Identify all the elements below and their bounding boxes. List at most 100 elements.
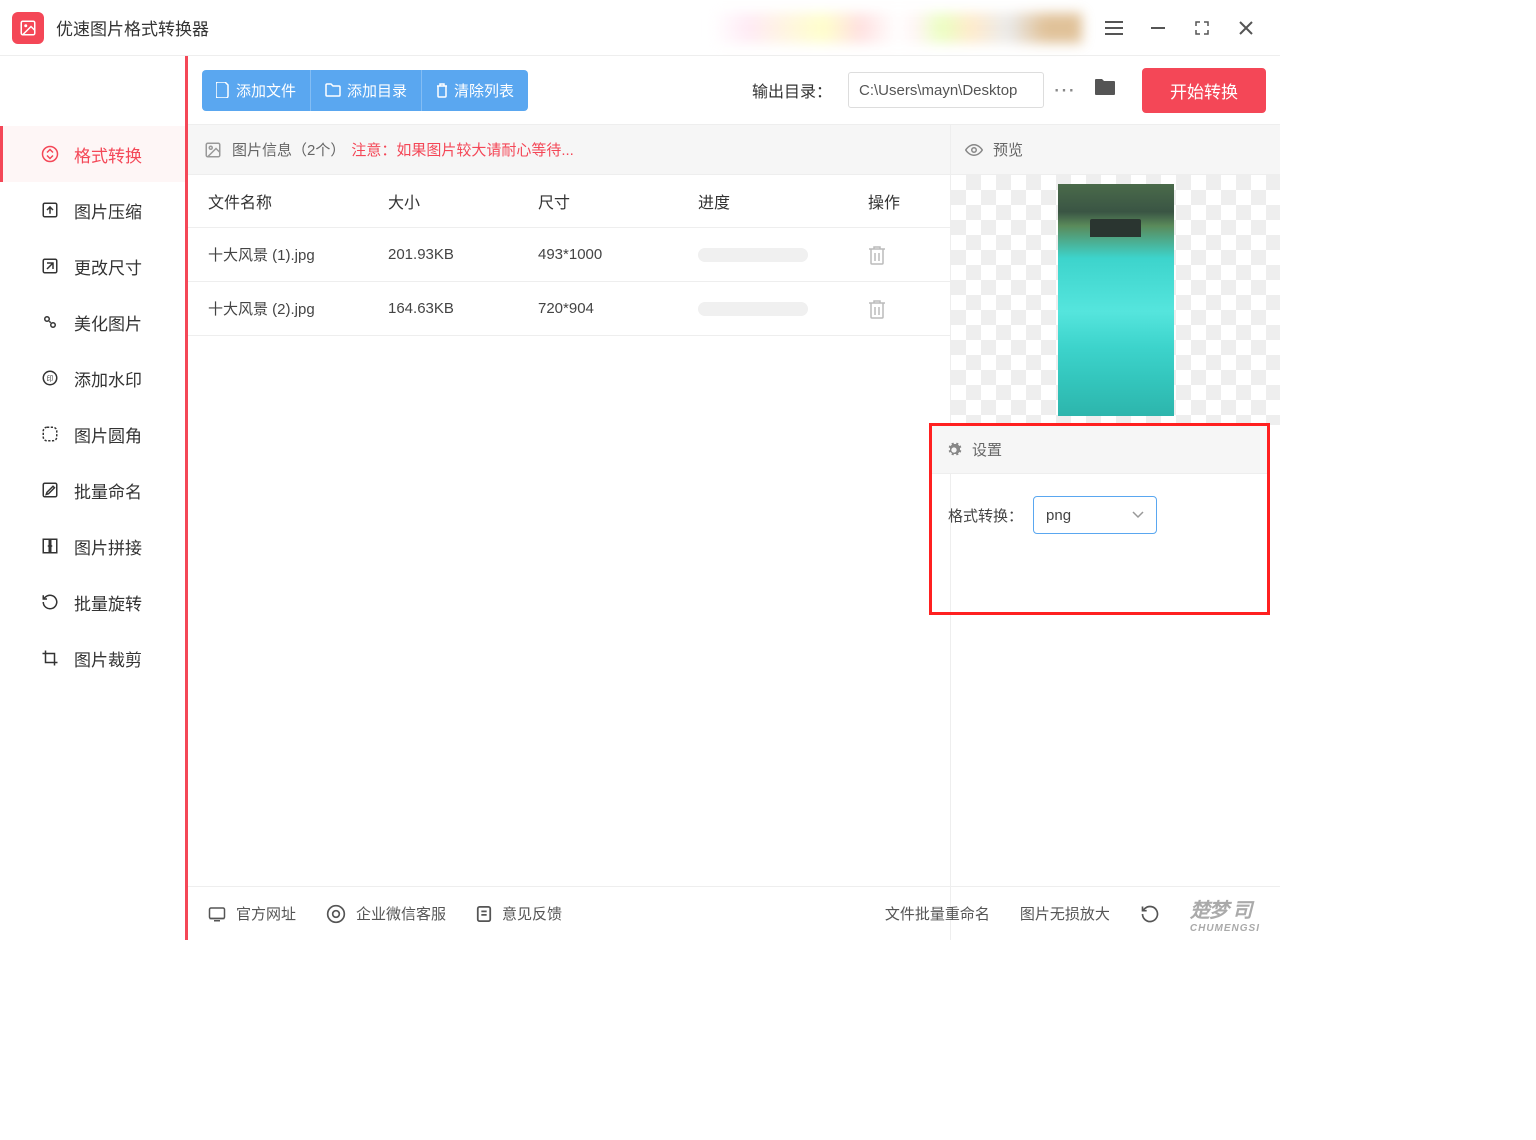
sidebar-item-resize[interactable]: 更改尺寸 [0,238,187,294]
start-convert-button[interactable]: 开始转换 [1142,68,1266,113]
main-panel: 添加文件 添加目录 清除列表 输出目录： ⋯ 开始转换 [185,56,1280,940]
sidebar-item-label: 批量旋转 [74,590,142,615]
cell-dimension: 493*1000 [538,246,698,263]
settings-highlight-box: 设置 格式转换： png [929,423,1270,615]
preview-image [1058,184,1174,416]
add-folder-button[interactable]: 添加目录 [311,70,422,111]
official-site-link[interactable]: 官方网址 [208,903,296,924]
sidebar-item-label: 批量命名 [74,478,142,503]
toolbar: 添加文件 添加目录 清除列表 输出目录： ⋯ 开始转换 [188,56,1280,124]
file-list-panel: 图片信息（2个） 注意：如果图片较大请耐心等待... 文件名称 大小 尺寸 进度… [188,124,950,940]
open-folder-icon[interactable] [1094,78,1118,102]
sidebar-item-compress[interactable]: 图片压缩 [0,182,187,238]
table-row: 十大风景 (2).jpg 164.63KB 720*904 [188,282,950,336]
sidebar-item-label: 图片圆角 [74,422,142,447]
sidebar: 格式转换 图片压缩 更改尺寸 美化图片 印 添加水印 图片圆角 [0,56,188,940]
col-header-operation: 操作 [868,189,930,213]
settings-label: 设置 [972,439,1002,460]
rename-icon [40,480,60,500]
stitch-icon [40,536,60,556]
corner-icon [40,424,60,444]
preview-canvas [951,175,1280,425]
output-dir-label: 输出目录： [752,78,832,102]
app-logo [12,12,44,44]
minimize-button[interactable] [1148,18,1168,38]
col-header-dimension: 尺寸 [538,189,698,213]
sidebar-item-format-convert[interactable]: 格式转换 [0,126,187,182]
menu-icon[interactable] [1104,18,1124,38]
cell-progress [698,302,868,316]
watermark-brand: 楚梦 司 CHUMENGSI [1190,894,1260,934]
table-header: 文件名称 大小 尺寸 进度 操作 [188,175,950,228]
delete-row-button[interactable] [868,245,930,265]
settings-header: 设置 [932,426,1267,474]
col-header-size: 大小 [388,189,538,213]
chevron-down-icon [1132,511,1144,519]
right-panel: 预览 设置 格式转换： png [950,124,1280,940]
eye-icon [965,143,983,157]
cell-dimension: 720*904 [538,300,698,317]
trash-icon [436,83,448,98]
wechat-support-link[interactable]: 企业微信客服 [326,903,446,924]
feedback-icon [476,905,492,923]
cell-filename: 十大风景 (1).jpg [208,244,388,265]
sidebar-item-corner[interactable]: 图片圆角 [0,406,187,462]
info-text: 图片信息（2个） [232,139,345,160]
format-value: png [1046,507,1071,524]
sidebar-item-label: 格式转换 [74,142,142,167]
batch-rename-link[interactable]: 文件批量重命名 [885,903,990,924]
col-header-name: 文件名称 [208,189,388,213]
sidebar-item-beautify[interactable]: 美化图片 [0,294,187,350]
rotate-icon [40,592,60,612]
watermark-icon: 印 [40,368,60,388]
format-label: 格式转换： [948,505,1023,526]
resize-icon [40,256,60,276]
gear-icon [946,442,962,458]
title-bar: 优速图片格式转换器 [0,0,1280,56]
file-icon [216,82,230,98]
sidebar-item-rename[interactable]: 批量命名 [0,462,187,518]
sidebar-item-label: 更改尺寸 [74,254,142,279]
sidebar-item-label: 图片拼接 [74,534,142,559]
sidebar-item-rotate[interactable]: 批量旋转 [0,574,187,630]
crop-icon [40,648,60,668]
lossless-zoom-link[interactable]: 图片无损放大 [1020,903,1110,924]
delete-row-button[interactable] [868,299,930,319]
app-title: 优速图片格式转换器 [56,15,209,40]
info-warning: 注意：如果图片较大请耐心等待... [351,139,574,160]
format-select[interactable]: png [1033,496,1157,534]
more-icon[interactable]: ⋯ [1052,77,1078,103]
refresh-icon[interactable] [1140,904,1160,924]
sidebar-item-label: 美化图片 [74,310,142,335]
close-button[interactable] [1236,18,1256,38]
cell-size: 164.63KB [388,300,538,317]
table-row: 十大风景 (1).jpg 201.93KB 493*1000 [188,228,950,282]
clear-list-button[interactable]: 清除列表 [422,70,528,111]
add-file-button[interactable]: 添加文件 [202,70,311,111]
titlebar-blur [209,13,1092,43]
beautify-icon [40,312,60,332]
col-header-progress: 进度 [698,189,868,213]
cell-filename: 十大风景 (2).jpg [208,298,388,319]
footer: 官方网址 企业微信客服 意见反馈 文件批量重命名 图片无损放大 楚梦 司 CHU… [188,886,1280,940]
cell-size: 201.93KB [388,246,538,263]
sidebar-item-watermark[interactable]: 印 添加水印 [0,350,187,406]
sidebar-item-label: 添加水印 [74,366,142,391]
swap-icon [40,144,60,164]
info-bar: 图片信息（2个） 注意：如果图片较大请耐心等待... [188,125,950,175]
globe-icon [208,906,226,922]
compress-icon [40,200,60,220]
sidebar-item-label: 图片压缩 [74,198,142,223]
maximize-button[interactable] [1192,18,1212,38]
preview-header: 预览 [951,125,1280,175]
sidebar-item-label: 图片裁剪 [74,646,142,671]
output-dir-input[interactable] [848,72,1044,108]
cell-progress [698,248,868,262]
sidebar-item-stitch[interactable]: 图片拼接 [0,518,187,574]
feedback-link[interactable]: 意见反馈 [476,903,562,924]
preview-label: 预览 [993,139,1023,160]
sidebar-item-crop[interactable]: 图片裁剪 [0,630,187,686]
svg-text:印: 印 [47,375,54,383]
image-info-icon [204,141,222,159]
headset-icon [326,904,346,924]
